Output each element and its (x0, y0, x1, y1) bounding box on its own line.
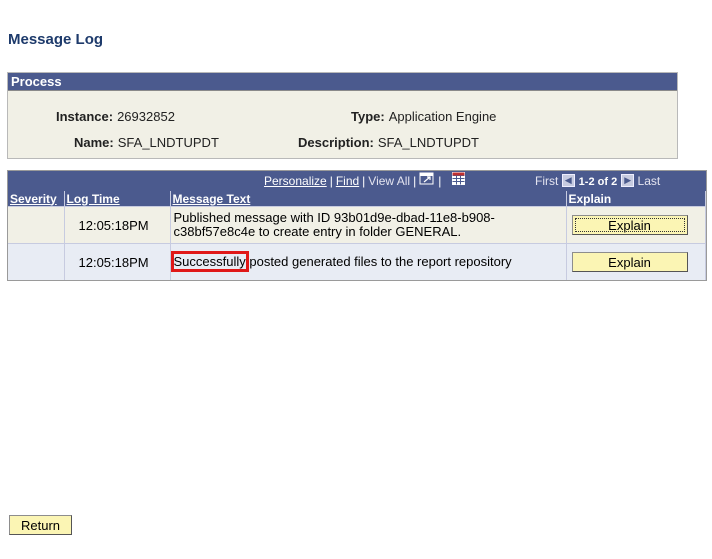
description-value: SFA_LNDTUPDT (377, 135, 479, 150)
instance-value: 26932852 (117, 109, 175, 124)
nav-separator: | (329, 174, 333, 188)
table-header-row: Severity Log Time Message Text Explain (8, 191, 706, 207)
description-label: Description: (298, 135, 374, 150)
process-panel: Process Instance: 26932852 Type: Applicati… (7, 72, 678, 159)
grid-nav-bar: Personalize | Find | View All | | First ◀ 1-2 o… (8, 171, 706, 191)
explain-cell: Explain (566, 243, 706, 280)
message-rest: posted generated files to the report rep… (245, 254, 512, 269)
type-label: Type: (351, 109, 385, 124)
find-link[interactable]: Find (336, 174, 359, 188)
nav-separator: | (438, 174, 442, 188)
type-field: Type: Application Engine (351, 109, 496, 124)
table-row: 12:05:18PM Published message with ID 93b… (8, 206, 706, 244)
download-to-excel-icon[interactable] (452, 171, 466, 191)
explain-button[interactable]: Explain (571, 215, 688, 235)
page-title: Message Log (8, 31, 104, 48)
view-all-link[interactable]: View All (368, 174, 410, 188)
grid-pager: First ◀ 1-2 of 2 ▶ Last (535, 171, 660, 192)
severity-cell (8, 243, 65, 280)
explain-button[interactable]: Explain (571, 252, 688, 272)
new-window-icon[interactable] (419, 171, 435, 191)
message-text-cell: Successfully posted generated files to t… (170, 243, 567, 280)
first-link[interactable]: First (535, 174, 558, 188)
page-range: 1-2 of 2 (578, 176, 618, 188)
message-text-cell: Published message with ID 93b01d9e-dbad-… (170, 206, 567, 244)
log-time-cell: 12:05:18PM (64, 206, 171, 244)
first-arrow-icon[interactable]: ◀ (561, 174, 575, 188)
table-row: 12:05:18PM Successfully posted generated… (8, 243, 706, 280)
column-header-log-time[interactable]: Log Time (64, 191, 171, 207)
return-button[interactable]: Return (9, 515, 72, 535)
instance-label: Instance: (56, 109, 114, 124)
message-log-grid: Personalize | Find | View All | | First ◀ 1-2 o… (7, 170, 707, 281)
message-log-table: Severity Log Time Message Text Explain 1… (8, 191, 706, 280)
explain-cell: Explain (566, 206, 706, 244)
nav-separator: | (362, 174, 366, 188)
log-time-cell: 12:05:18PM (64, 243, 171, 280)
column-header-message-text[interactable]: Message Text (170, 191, 567, 207)
column-header-severity[interactable]: Severity (8, 191, 65, 207)
next-arrow-icon[interactable]: ▶ (621, 174, 635, 188)
type-value: Application Engine (388, 109, 497, 124)
personalize-link[interactable]: Personalize (264, 174, 327, 188)
grid-nav-links: Personalize | Find | View All | | (264, 171, 466, 192)
instance-field: Instance: 26932852 (56, 109, 175, 124)
description-field: Description: SFA_LNDTUPDT (298, 135, 479, 150)
process-header: Process (8, 73, 677, 91)
name-field: Name: SFA_LNDTUPDT (74, 135, 219, 150)
nav-separator: | (413, 174, 417, 188)
name-value: SFA_LNDTUPDT (117, 135, 219, 150)
highlighted-word: Successfully (170, 251, 249, 272)
last-link[interactable]: Last (638, 174, 661, 188)
column-header-explain: Explain (566, 191, 706, 207)
severity-cell (8, 206, 65, 244)
name-label: Name: (74, 135, 114, 150)
